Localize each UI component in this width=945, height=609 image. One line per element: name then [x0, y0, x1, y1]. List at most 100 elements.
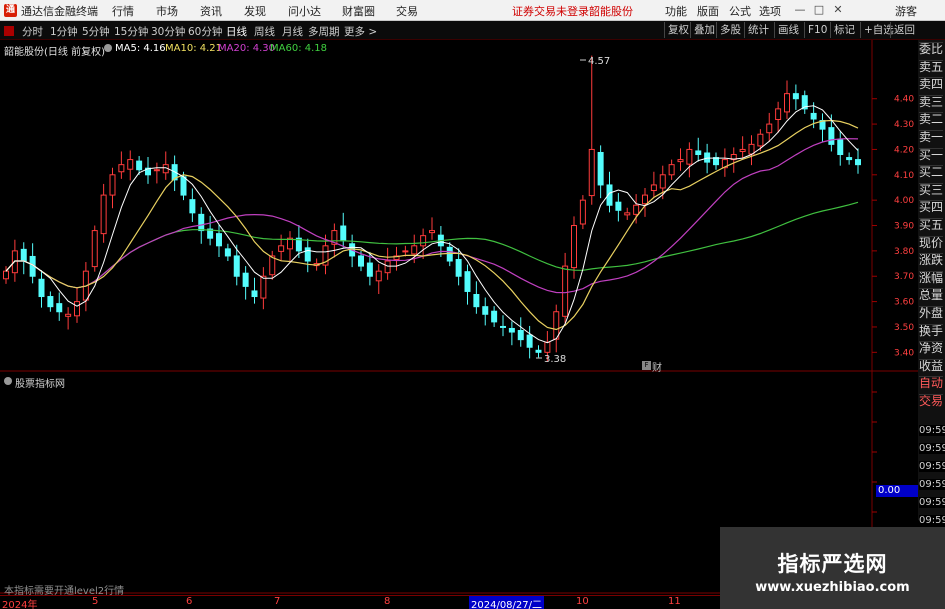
candle-body — [118, 164, 125, 173]
side-time: 09:59 — [919, 479, 945, 490]
candle-body — [473, 293, 480, 308]
menu-item-function[interactable]: 功能 — [665, 3, 687, 19]
indicator-value-badge: 0.00 — [876, 485, 918, 497]
tab-weekly[interactable]: 周线 — [254, 24, 275, 39]
settings-icon[interactable] — [104, 44, 112, 52]
candle-body — [642, 194, 648, 205]
tab-60min[interactable]: 60分钟 — [188, 24, 222, 39]
f10-button[interactable]: F10 — [804, 22, 830, 38]
candle-body — [713, 157, 719, 166]
maximize-icon[interactable]: □ — [811, 2, 827, 18]
menu-item-options[interactable]: 选项 — [759, 3, 781, 19]
side-label: 卖五 — [919, 59, 943, 73]
app-logo: 通 — [4, 4, 17, 17]
candle-body — [668, 164, 675, 176]
side-label: 换手 — [919, 323, 943, 337]
overlay-button[interactable]: 叠加 — [690, 22, 718, 38]
candle-body — [491, 310, 498, 323]
side-label: 卖二 — [919, 112, 943, 126]
candle-body — [633, 204, 640, 215]
tab-5min[interactable]: 5分钟 — [82, 24, 110, 39]
candle-body — [757, 133, 764, 147]
menu-item-ask[interactable]: 问小达 — [288, 3, 321, 19]
ma5-label: MA5: 4.16 — [115, 43, 166, 54]
close-icon[interactable]: ✕ — [830, 2, 846, 18]
candle-body — [429, 230, 435, 234]
tab-15min[interactable]: 15分钟 — [114, 24, 148, 39]
side-time: 09:59 — [919, 497, 945, 508]
mark-button[interactable]: 标记 — [830, 22, 858, 38]
tab-monthly[interactable]: 月线 — [282, 24, 303, 39]
statistics-button[interactable]: 统计 — [744, 22, 772, 38]
low-label: 3.38 — [544, 354, 566, 365]
menu-item-market[interactable]: 市场 — [156, 3, 178, 19]
minimize-icon[interactable]: — — [792, 2, 808, 18]
side-time: 09:59 — [919, 461, 945, 472]
side-label: 委比 — [919, 42, 943, 56]
tab-intraday[interactable]: 分时 — [22, 24, 43, 39]
candle-body — [20, 248, 27, 262]
candle-body — [384, 260, 391, 274]
candle-body — [597, 151, 604, 186]
indicator-title: 股票指标网 — [15, 379, 65, 390]
y-tick-label: 4.20 — [894, 145, 914, 155]
tab-multi-period[interactable]: 多周期 — [308, 24, 340, 39]
y-tick-label: 4.40 — [894, 95, 914, 105]
candle-body — [366, 262, 373, 277]
candle-body — [810, 112, 817, 120]
candle-body — [579, 199, 586, 225]
side-label: 净资 — [919, 341, 943, 355]
candle-body — [624, 212, 631, 216]
tab-30min[interactable]: 30分钟 — [151, 24, 185, 39]
menu-item-quotes[interactable]: 行情 — [112, 3, 134, 19]
side-label: 现价 — [919, 235, 943, 249]
side-label: 买五 — [919, 218, 943, 232]
y-tick-label: 3.70 — [894, 272, 914, 282]
side-label: 买一 — [919, 147, 943, 161]
candle-body — [846, 157, 853, 161]
candle-body — [153, 169, 160, 172]
multi-stock-button[interactable]: 多股 — [716, 22, 744, 38]
kline-chart[interactable]: 4.40 4.30 4.20 4.10 4.00 3.90 3.80 3.70 3.60 3.50… — [0, 40, 918, 595]
candle-body — [766, 123, 773, 134]
side-label: 买二 — [919, 165, 943, 179]
x-axis-label: 5 — [92, 596, 99, 607]
candle-body — [650, 184, 657, 192]
toolbar-home-icon[interactable] — [4, 26, 14, 36]
adjust-button[interactable]: 复权 — [664, 22, 692, 38]
guest-user[interactable]: 游客 — [895, 3, 917, 19]
candle-body — [189, 199, 196, 214]
tab-daily[interactable]: 日线 — [226, 24, 247, 39]
side-time: 09:59 — [919, 443, 945, 454]
tab-1min[interactable]: 1分钟 — [50, 24, 78, 39]
menu-item-news[interactable]: 资讯 — [200, 3, 222, 19]
menu-item-formula[interactable]: 公式 — [729, 3, 751, 19]
indicator-settings-icon[interactable] — [4, 377, 12, 385]
draw-line-button[interactable]: 画线 — [774, 22, 802, 38]
current-stock-name: 韶能股份 — [589, 5, 633, 18]
candle-body — [588, 148, 595, 197]
finance-icon[interactable]: F — [642, 361, 651, 370]
y-tick-label: 4.00 — [894, 196, 914, 206]
side-label[interactable]: 交易 — [919, 394, 943, 408]
menu-item-discover[interactable]: 发现 — [244, 3, 266, 19]
side-label: 卖一 — [919, 130, 943, 144]
menu-item-wealth[interactable]: 财富圈 — [342, 3, 375, 19]
side-label: 涨跌 — [919, 253, 943, 267]
candle-body — [695, 150, 702, 156]
candle-body — [739, 148, 746, 152]
menu-item-trade[interactable]: 交易 — [396, 3, 418, 19]
side-label: 买四 — [919, 200, 943, 214]
finance-badge[interactable]: 财 — [652, 359, 662, 374]
candle-body — [828, 127, 835, 145]
menu-item-layout[interactable]: 版面 — [697, 3, 719, 19]
y-tick-label: 4.30 — [894, 120, 914, 130]
side-label[interactable]: 自动 — [919, 376, 943, 390]
tab-more[interactable]: 更多 > — [344, 24, 377, 39]
side-time: 09:59 — [919, 425, 945, 436]
y-tick-label: 4.10 — [894, 171, 914, 181]
candle-body — [411, 245, 418, 255]
candle-body — [136, 160, 143, 171]
back-button[interactable]: 返回 — [890, 22, 918, 38]
trade-login-notice[interactable]: 证券交易未登录 — [512, 3, 589, 19]
